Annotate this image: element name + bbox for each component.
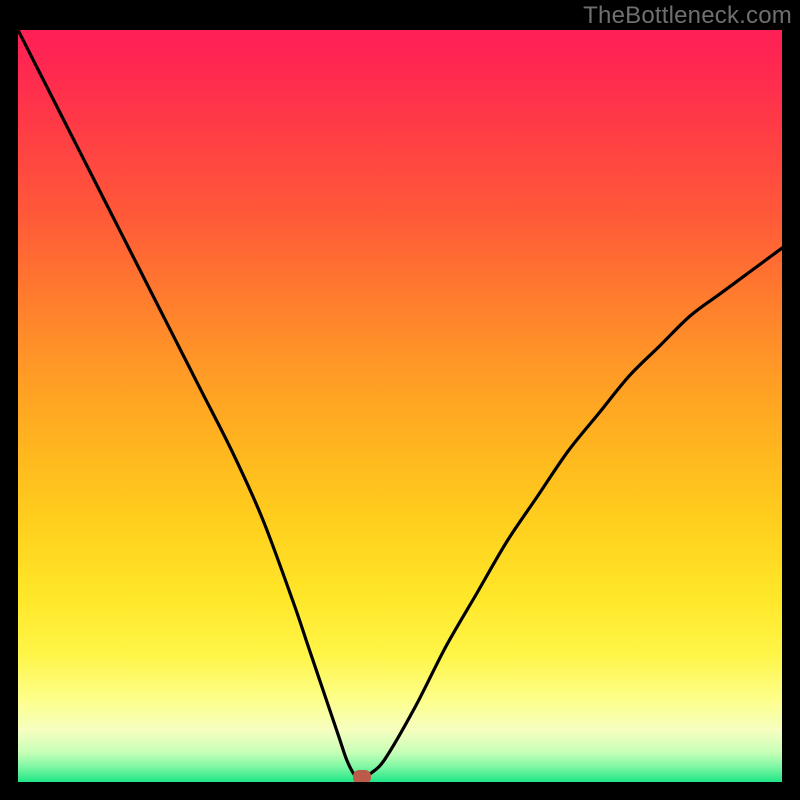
plot-area xyxy=(18,30,782,782)
curve-path xyxy=(18,30,782,782)
watermark-text: TheBottleneck.com xyxy=(583,2,792,30)
bottleneck-curve xyxy=(18,30,782,782)
minimum-marker xyxy=(353,770,371,782)
chart-frame: TheBottleneck.com xyxy=(0,0,800,800)
